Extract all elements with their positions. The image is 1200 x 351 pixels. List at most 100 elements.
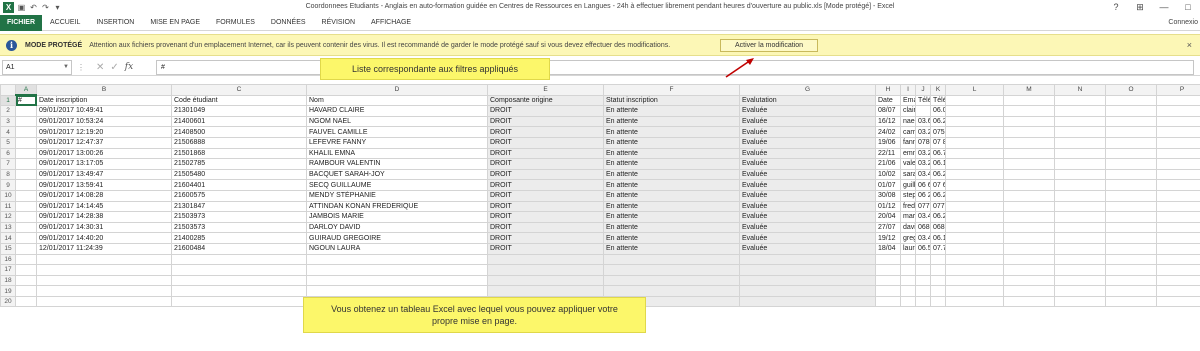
cell[interactable] <box>1054 295 1106 308</box>
cell[interactable]: RAMBOUR VALENTIN <box>306 158 488 170</box>
cell[interactable] <box>15 168 37 181</box>
tab-formules[interactable]: FORMULES <box>208 15 263 31</box>
cell[interactable] <box>915 285 931 297</box>
cell[interactable] <box>915 253 931 266</box>
row-number[interactable]: 2 <box>0 105 16 117</box>
header-cell[interactable]: Télép <box>915 94 931 107</box>
cell[interactable] <box>945 126 1004 138</box>
row-number[interactable]: 14 <box>0 232 16 244</box>
cell[interactable]: 21400285 <box>171 232 307 244</box>
cell[interactable] <box>36 264 172 276</box>
cell[interactable] <box>1156 295 1200 308</box>
cell[interactable] <box>1105 285 1157 297</box>
cell[interactable] <box>603 285 740 297</box>
cell[interactable]: MENDY STÉPHANIE <box>306 189 488 202</box>
cell[interactable]: 27/07 <box>875 221 901 234</box>
cell[interactable] <box>1156 221 1200 234</box>
cell[interactable] <box>1156 179 1200 191</box>
cell[interactable] <box>1156 242 1200 255</box>
cell[interactable]: 21408500 <box>171 126 307 138</box>
cell[interactable] <box>945 232 1004 244</box>
cell[interactable] <box>1003 253 1055 266</box>
cell[interactable]: DROIT <box>487 115 604 128</box>
cell[interactable]: david <box>900 221 916 234</box>
cell[interactable]: 06.24.69.60.47 <box>930 115 946 128</box>
column-header-k[interactable]: K <box>930 84 946 96</box>
column-header-n[interactable]: N <box>1054 84 1106 96</box>
cell[interactable] <box>900 253 916 266</box>
tab-mise-en-page[interactable]: MISE EN PAGE <box>142 15 208 31</box>
cell[interactable]: 06.10.74.34.43 <box>930 232 946 244</box>
cell[interactable] <box>36 295 172 308</box>
cell[interactable] <box>875 285 901 297</box>
cell[interactable]: 19/06 <box>875 136 901 149</box>
cell[interactable] <box>1054 264 1106 276</box>
cell[interactable] <box>1156 232 1200 244</box>
header-cell[interactable] <box>1105 94 1157 107</box>
cell[interactable] <box>945 264 1004 276</box>
column-header-g[interactable]: G <box>739 84 876 96</box>
cell[interactable] <box>1054 211 1106 223</box>
cell[interactable] <box>945 221 1004 234</box>
formula-input[interactable]: # <box>156 59 1194 75</box>
cell[interactable]: KHALIL EMNA <box>306 147 488 160</box>
header-cell[interactable]: Date inscription <box>36 94 172 107</box>
redo-icon[interactable]: ↷ <box>41 3 50 12</box>
cell[interactable] <box>1156 189 1200 202</box>
cell[interactable]: 30/08 <box>875 189 901 202</box>
cell[interactable]: 09/01/2017 14:14:45 <box>36 200 172 213</box>
cell[interactable]: steph <box>900 189 916 202</box>
cell[interactable]: Evaluée <box>739 200 876 213</box>
cell[interactable]: 0777763067 <box>930 200 946 213</box>
cell[interactable] <box>1156 158 1200 170</box>
cell[interactable]: 06.22.71.43.51 <box>930 189 946 202</box>
cell[interactable]: grego <box>900 232 916 244</box>
cell[interactable]: 06 66 <box>915 179 931 191</box>
cell[interactable]: 07 60 76 73 48 <box>930 179 946 191</box>
row-number[interactable]: 5 <box>0 136 16 149</box>
cell[interactable]: 16/12 <box>875 115 901 128</box>
tab-revision[interactable]: RÉVISION <box>314 15 363 31</box>
column-header-j[interactable]: J <box>915 84 931 96</box>
cell[interactable] <box>1003 189 1055 202</box>
cell[interactable]: camil <box>900 126 916 138</box>
cell[interactable] <box>15 285 37 297</box>
cell[interactable] <box>930 264 946 276</box>
cell[interactable]: 08/07 <box>875 105 901 117</box>
cell[interactable]: 06.23.29.01.04 <box>930 211 946 223</box>
column-header-d[interactable]: D <box>306 84 488 96</box>
minimize-button[interactable]: — <box>1152 0 1176 15</box>
cell[interactable] <box>1156 211 1200 223</box>
cell[interactable] <box>930 274 946 287</box>
cell[interactable]: En attente <box>603 232 740 244</box>
cell[interactable] <box>945 158 1004 170</box>
cell[interactable]: ATTINDAN KONAN FREDERIQUE <box>306 200 488 213</box>
cell[interactable]: En attente <box>603 242 740 255</box>
cell[interactable] <box>1054 221 1106 234</box>
cell[interactable] <box>15 264 37 276</box>
cell[interactable] <box>945 105 1004 117</box>
cell[interactable] <box>945 147 1004 160</box>
cell[interactable]: En attente <box>603 189 740 202</box>
row-number[interactable]: 17 <box>0 264 16 276</box>
cell[interactable] <box>1105 274 1157 287</box>
cell[interactable] <box>915 264 931 276</box>
cell[interactable] <box>306 253 488 266</box>
header-cell[interactable] <box>945 94 1004 107</box>
cell[interactable]: FAUVEL CAMILLE <box>306 126 488 138</box>
cell[interactable]: claire <box>900 105 916 117</box>
cell[interactable] <box>487 264 604 276</box>
cell[interactable]: 0687 <box>915 221 931 234</box>
cell[interactable]: GUIRAUD GREGOIRE <box>306 232 488 244</box>
cell[interactable] <box>36 274 172 287</box>
cell[interactable]: nael. <box>900 115 916 128</box>
header-cell[interactable] <box>1156 94 1200 107</box>
cell[interactable]: SECQ GUILLAUME <box>306 179 488 191</box>
cell[interactable] <box>1054 158 1106 170</box>
cell[interactable] <box>945 285 1004 297</box>
cell[interactable]: En attente <box>603 179 740 191</box>
enter-icon[interactable]: ✓ <box>110 62 118 73</box>
header-cell[interactable]: Date <box>875 94 901 107</box>
cell[interactable] <box>1105 221 1157 234</box>
cell[interactable] <box>306 274 488 287</box>
